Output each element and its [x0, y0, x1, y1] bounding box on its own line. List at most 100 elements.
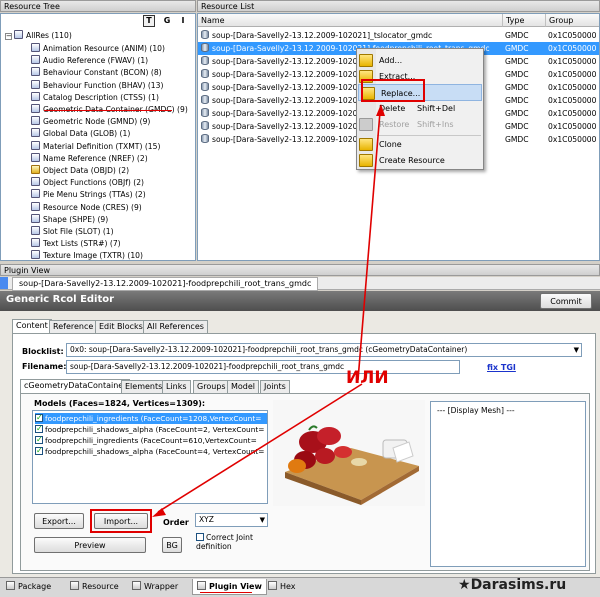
tree-item[interactable]: Audio Reference (FWAV) (1)	[31, 55, 148, 67]
collapse-icon[interactable]: −	[5, 33, 12, 40]
editor-header: Generic Rcol Editor Commit	[0, 291, 600, 311]
export-button[interactable]: Export...	[34, 513, 84, 529]
order-label: Order	[163, 518, 189, 527]
resource-type-icon	[31, 128, 40, 138]
tree-item-label: Text Lists (STR#) (7)	[43, 239, 121, 249]
correct-joint-label: Correct Joint definition	[196, 533, 253, 551]
resource-type-icon	[31, 79, 40, 89]
subtab-joints[interactable]: Joints	[260, 380, 290, 393]
tree-root[interactable]: − AllRes (110)	[5, 30, 72, 42]
row-name: soup-[Dara-Savelly2-13.12.2009-102021]	[212, 83, 371, 92]
resource-type-icon	[31, 91, 40, 101]
add-icon	[359, 54, 373, 67]
filename-input[interactable]: soup-[Dara-Savelly2-13.12.2009-102021]-f…	[66, 360, 460, 374]
preview-button[interactable]: Preview	[34, 537, 146, 553]
subtab-model[interactable]: Model	[227, 380, 260, 393]
bottom-tab-package[interactable]: Package	[6, 579, 51, 595]
resource-type-icon	[31, 201, 40, 211]
watermark: ★Darasims.ru	[458, 577, 567, 593]
tab-edit-blocks[interactable]: Edit Blocks	[95, 320, 147, 333]
display-mesh-panel[interactable]: --- [Display Mesh] ---	[430, 401, 586, 567]
row-type: GMDC	[505, 122, 529, 131]
tab-all-references[interactable]: All References	[143, 320, 208, 333]
correct-joint-checkbox[interactable]	[196, 533, 204, 541]
tree-item-label: Animation Resource (ANIM) (10)	[43, 44, 165, 53]
tree-mode-g-button[interactable]: G	[161, 15, 173, 27]
tree-item[interactable]: Name Reference (NREF) (2)	[31, 152, 148, 165]
editor-title: Generic Rcol Editor	[6, 294, 115, 305]
tree-item[interactable]: Animation Resource (ANIM) (10)	[31, 43, 165, 55]
bg-button[interactable]: BG	[162, 537, 182, 553]
correct-joint-option[interactable]: Correct Joint definition	[196, 533, 271, 551]
tab-reference[interactable]: Reference	[49, 320, 98, 333]
bottom-tab-resource[interactable]: Resource	[70, 579, 119, 595]
column-header-name[interactable]: Name	[198, 14, 503, 27]
display-mesh-label: --- [Display Mesh] ---	[437, 406, 515, 415]
tree-item[interactable]: Pie Menu Strings (TTAs) (2)	[31, 189, 146, 201]
menu-item-delete[interactable]: Delete Shift+Del	[357, 100, 485, 117]
subtab-cgeometry[interactable]: cGeometryDataContainer	[20, 379, 131, 393]
menu-item-create-resource[interactable]: Create Resource	[357, 152, 485, 169]
tree-item[interactable]: Text Lists (STR#) (7)	[31, 238, 121, 250]
subtab-elements[interactable]: Elements	[121, 380, 167, 393]
blocklist-select[interactable]: 0x0: soup-[Dara-Savelly2-13.12.2009-1020…	[66, 343, 582, 357]
row-group: 0x1C050000	[548, 109, 597, 118]
menu-item-clone[interactable]: Clone	[357, 136, 485, 153]
menu-item-add[interactable]: Add...	[357, 52, 485, 69]
restore-icon	[359, 118, 373, 131]
chevron-down-icon: ▼	[573, 346, 579, 354]
resource-file-icon	[201, 134, 209, 143]
tree-mode-i-button[interactable]: I	[177, 15, 189, 27]
bottom-tab-wrapper[interactable]: Wrapper	[132, 579, 178, 595]
menu-item-restore[interactable]: Restore Shift+Ins	[357, 116, 485, 133]
star-icon: ★	[458, 577, 471, 593]
list-item[interactable]: foodprepchili_ingredients (FaceCount=610…	[35, 434, 267, 446]
tree-item[interactable]: Object Data (OBJD) (2)	[31, 165, 129, 177]
tree-item[interactable]: Geometric Node (GMND) (9)	[31, 116, 150, 128]
row-name: soup-[Dara-Savelly2-13.12.2009-102021]	[212, 109, 371, 118]
list-item[interactable]: foodprepchili_ingredients (FaceCount=120…	[35, 412, 267, 424]
tree-item-label: Shape (SHPE) (9)	[43, 214, 109, 224]
resource-list-title: Resource List	[197, 0, 600, 12]
or-annotation: ИЛИ	[346, 368, 389, 388]
context-menu: Add... Extract... Replace... Delete Shift…	[356, 48, 484, 170]
commit-button[interactable]: Commit	[540, 293, 592, 309]
replace-highlight-box	[361, 79, 425, 102]
tree-item[interactable]: Material Definition (TXMT) (15)	[31, 140, 160, 153]
column-header-type[interactable]: Type	[503, 14, 546, 27]
list-item[interactable]: foodprepchili_shadows_alpha (FaceCount=4…	[35, 445, 267, 457]
tree-item[interactable]: Global Data (GLOB) (1)	[31, 128, 130, 140]
mesh-preview	[273, 400, 425, 506]
tree-item[interactable]: Behaviour Function (BHAV) (13)	[31, 79, 164, 92]
row-type: GMDC	[505, 44, 529, 53]
tree-item[interactable]: Texture Image (TXTR) (10)	[31, 250, 143, 262]
subtab-groups[interactable]: Groups	[193, 380, 230, 393]
tree-mode-t-button[interactable]: T	[143, 15, 155, 27]
tree-item-label: Behaviour Function (BHAV) (13)	[43, 80, 164, 90]
model-checkbox[interactable]	[35, 445, 43, 456]
resource-tree-title: Resource Tree	[0, 0, 196, 12]
table-row[interactable]: soup-[Dara-Savelly2-13.12.2009-102021]_t…	[198, 29, 599, 42]
models-list[interactable]: foodprepchili_ingredients (FaceCount=120…	[32, 410, 268, 504]
tree-item[interactable]: Slot File (SLOT) (1)	[31, 226, 114, 238]
tree-item[interactable]: Object Functions (OBJf) (2)	[31, 177, 144, 189]
bottom-tab-hex[interactable]: Hex	[268, 579, 296, 595]
model-checkbox[interactable]	[35, 423, 43, 434]
order-select[interactable]: XYZ ▼	[195, 513, 268, 527]
fix-tgi-link[interactable]: fix TGI	[487, 363, 516, 372]
column-header-group[interactable]: Group	[546, 14, 599, 27]
clone-icon	[359, 138, 373, 151]
list-item[interactable]: foodprepchili_shadows_alpha (FaceCount=2…	[35, 423, 267, 435]
tab-content[interactable]: Content	[12, 319, 52, 333]
subtab-links[interactable]: Links	[162, 380, 191, 393]
tree-item[interactable]: Shape (SHPE) (9)	[31, 213, 109, 226]
filename-label: Filename:	[22, 362, 67, 371]
tree-item[interactable]: Behaviour Constant (BCON) (8)	[31, 67, 162, 79]
model-checkbox[interactable]	[35, 412, 43, 423]
model-checkbox[interactable]	[35, 434, 43, 445]
tree-item[interactable]: Catalog Description (CTSS) (1)	[31, 91, 159, 104]
resource-type-icon	[31, 189, 40, 199]
tree-item[interactable]: Resource Node (CRES) (9)	[31, 201, 142, 214]
tree-item-label: Texture Image (TXTR) (10)	[43, 251, 143, 261]
resource-file-icon	[201, 82, 209, 91]
